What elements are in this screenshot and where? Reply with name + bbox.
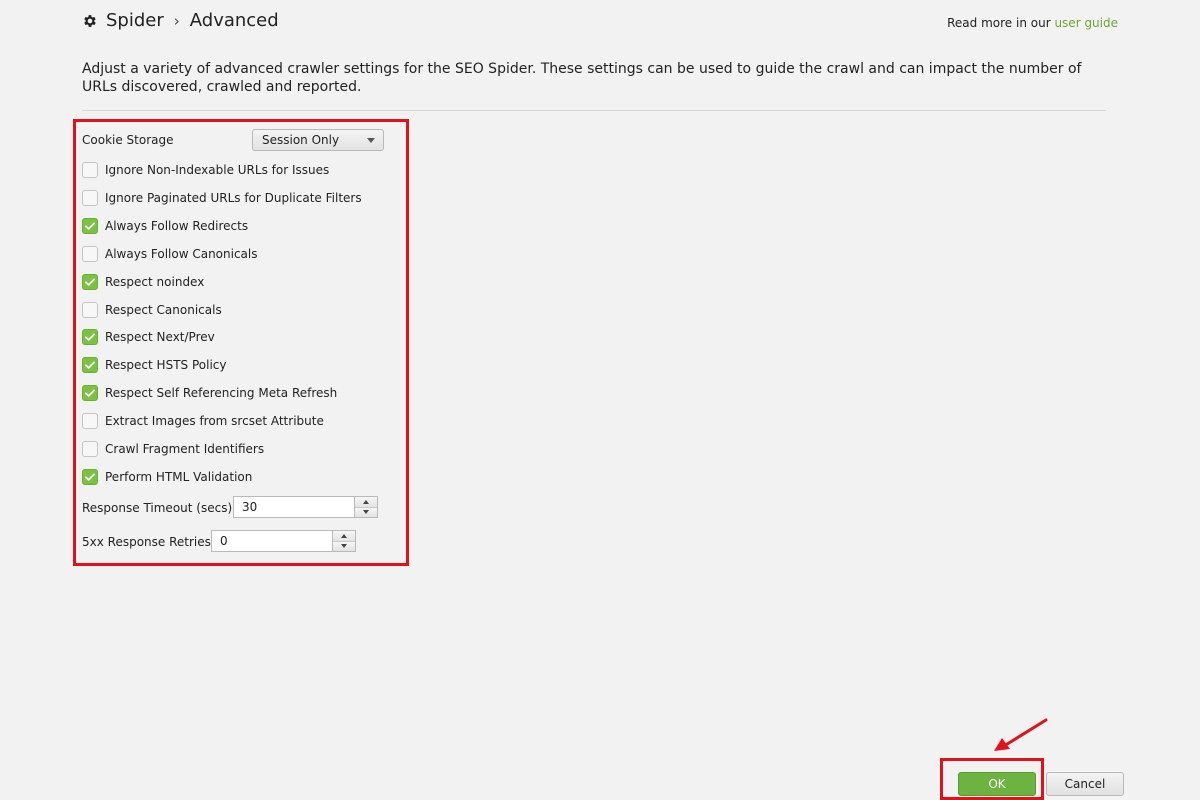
arrow-annotation-icon bbox=[994, 718, 1048, 751]
ok-highlight-box bbox=[940, 758, 1044, 800]
divider bbox=[82, 110, 1106, 111]
breadcrumb-separator: › bbox=[173, 11, 180, 30]
page-description: Adjust a variety of advanced crawler set… bbox=[82, 61, 1082, 95]
page-title: Advanced bbox=[189, 10, 279, 31]
settings-highlight-box bbox=[73, 119, 409, 566]
cancel-button[interactable]: Cancel bbox=[1046, 772, 1124, 796]
user-guide-link[interactable]: user guide bbox=[1054, 16, 1118, 30]
gear-icon bbox=[84, 14, 96, 27]
breadcrumb-root[interactable]: Spider bbox=[106, 10, 164, 31]
dialog-header: Spider › Advanced Read more in our user … bbox=[82, 10, 1118, 36]
read-more-text: Read more in our user guide bbox=[947, 16, 1118, 30]
breadcrumb: Spider › Advanced bbox=[82, 10, 279, 31]
read-more-prefix: Read more in our bbox=[947, 16, 1051, 30]
